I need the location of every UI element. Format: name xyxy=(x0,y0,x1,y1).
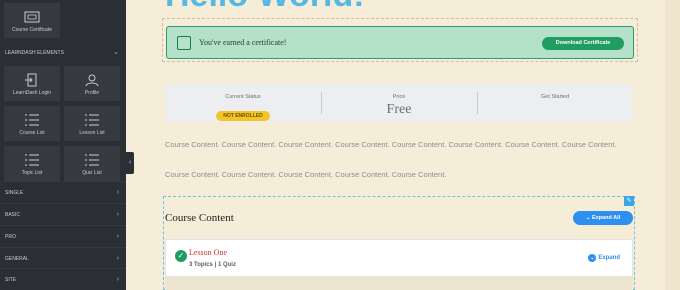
widget-lesson-list[interactable]: Lesson List xyxy=(64,106,120,141)
download-certificate-button[interactable]: Download Certificate xyxy=(542,37,624,50)
category-basic[interactable]: BASIC › xyxy=(0,203,126,225)
certificate-message: You've earned a certificate! xyxy=(199,38,287,47)
current-status-label: Current Status xyxy=(225,94,261,100)
get-started-label: Get Started xyxy=(540,94,570,100)
widget-label: LearnDash Login xyxy=(12,90,52,96)
certificate-alert: You've earned a certificate! Download Ce… xyxy=(166,26,634,59)
chevron-right-icon: › xyxy=(116,255,119,262)
chevron-down-icon: ⌄ xyxy=(113,49,119,56)
canvas-scrollbar[interactable] xyxy=(665,0,680,290)
chevron-right-icon: › xyxy=(116,276,119,283)
widget-label: Course List xyxy=(19,130,45,136)
status-column-price: Price Free xyxy=(321,84,477,122)
category-label: LEARNDASH ELEMENTS xyxy=(5,50,64,56)
widget-label: Profile xyxy=(84,90,100,96)
widget-label: Course Certificate xyxy=(11,27,52,33)
widget-course-list[interactable]: Course List xyxy=(4,106,60,141)
profile-icon xyxy=(85,74,99,87)
list-icon xyxy=(85,114,99,126)
category-site[interactable]: SITE › xyxy=(0,268,126,290)
lesson-meta: 3 Topics | 1 Quiz xyxy=(189,262,236,268)
widget-course-certificate[interactable]: Course Certificate xyxy=(4,3,60,38)
list-icon xyxy=(85,154,99,166)
category-label: SITE xyxy=(5,277,17,283)
widget-learndash-login[interactable]: LearnDash Login xyxy=(4,66,60,101)
lesson-title[interactable]: Lesson One xyxy=(189,248,227,257)
category-single[interactable]: SINGLE › xyxy=(0,181,126,203)
category-label: BASIC xyxy=(5,212,21,218)
chevron-right-icon: › xyxy=(116,233,119,240)
lesson-expand-button[interactable]: ⌄ Expand xyxy=(588,254,620,262)
widget-label: Topic List xyxy=(21,170,43,176)
category-label: SINGLE xyxy=(5,190,24,196)
category-label: GENERAL xyxy=(5,256,29,262)
page-heading: Hello World! xyxy=(165,0,365,15)
download-certificate-label: Download Certificate xyxy=(555,40,611,46)
elementor-panel-sidebar: Course Certificate LEARNDASH ELEMENTS ⌄ … xyxy=(0,0,126,290)
category-label: PRO xyxy=(5,234,16,240)
widget-label: Lesson List xyxy=(79,130,105,136)
course-status-bar: Current Status NOT ENROLLED Price Free G… xyxy=(165,84,633,122)
widget-quiz-list[interactable]: Quiz List xyxy=(64,146,120,181)
completed-check-icon: ✓ xyxy=(175,250,187,262)
price-label: Price xyxy=(392,94,406,100)
category-general[interactable]: GENERAL › xyxy=(0,247,126,269)
course-description-paragraph: Course Content. Course Content. Course C… xyxy=(165,170,447,179)
course-content-heading: Course Content xyxy=(165,212,234,224)
lesson-row[interactable]: ✓ Lesson One 3 Topics | 1 Quiz ⌄ Expand xyxy=(165,239,633,277)
chevron-down-icon: ⌄ xyxy=(588,254,597,262)
status-column-get-started[interactable]: Get Started xyxy=(477,84,633,122)
login-icon xyxy=(25,73,37,87)
edit-widget-icon[interactable]: ✎ xyxy=(624,196,634,206)
status-column-current: Current Status NOT ENROLLED xyxy=(165,84,321,122)
widget-profile[interactable]: Profile xyxy=(64,66,120,101)
lesson-expand-label: Expand xyxy=(598,255,620,261)
lesson-row-next xyxy=(165,277,633,290)
price-value: Free xyxy=(386,102,412,117)
widget-label: Quiz List xyxy=(82,170,102,176)
certificate-icon xyxy=(177,36,191,50)
chevron-right-icon: › xyxy=(116,189,119,196)
expand-all-button[interactable]: ⌄ Expand All xyxy=(573,211,633,225)
list-icon xyxy=(25,114,39,126)
expand-all-label: Expand All xyxy=(591,215,621,221)
category-learndash-elements[interactable]: LEARNDASH ELEMENTS ⌄ xyxy=(0,42,126,64)
certificate-icon xyxy=(24,11,40,23)
status-badge: NOT ENROLLED xyxy=(216,111,270,121)
lesson-topics-count: 3 Topics xyxy=(189,262,213,268)
widget-topic-list[interactable]: Topic List xyxy=(4,146,60,181)
course-description-paragraph: Course Content. Course Content. Course C… xyxy=(165,140,617,149)
collapse-panel-button[interactable]: ‹ xyxy=(126,152,134,174)
lesson-quiz-count: 1 Quiz xyxy=(217,262,236,268)
chevron-right-icon: › xyxy=(116,211,119,218)
list-icon xyxy=(25,154,39,166)
category-pro[interactable]: PRO › xyxy=(0,225,126,247)
